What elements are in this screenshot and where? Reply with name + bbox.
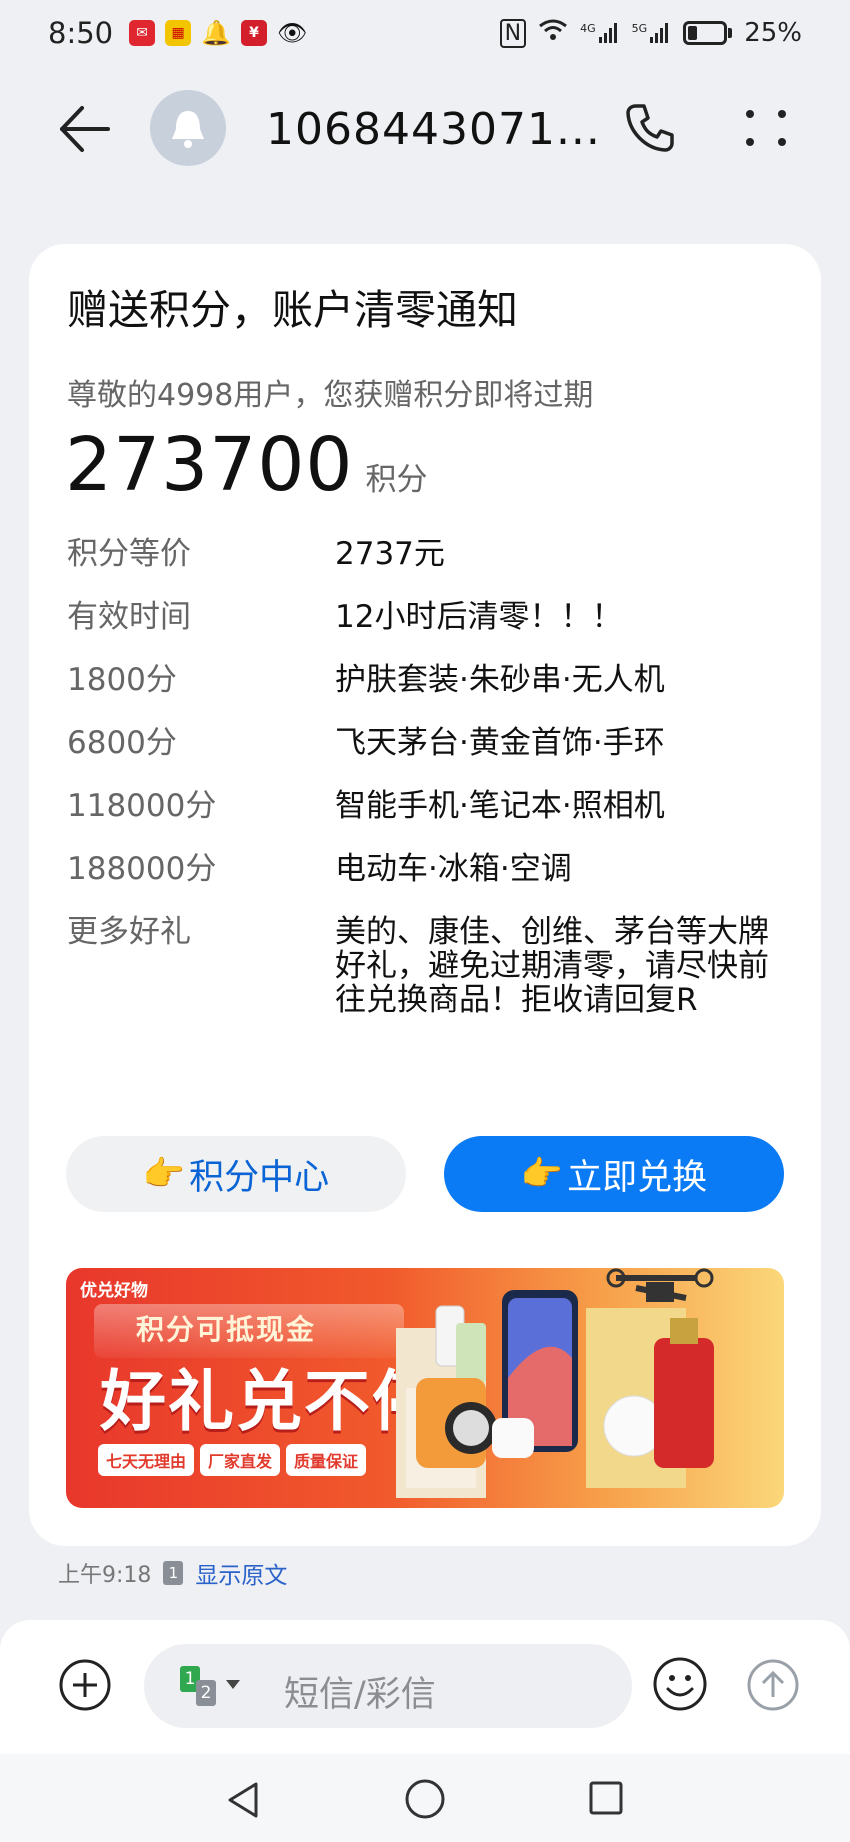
- bell-avatar-icon: [172, 111, 204, 148]
- nav-recents-button[interactable]: [588, 1780, 624, 1816]
- info-label: 更多好礼: [67, 914, 191, 950]
- battery-percent: 25%: [744, 18, 802, 48]
- circle-home-icon: [405, 1779, 445, 1819]
- banner-badges: 七天无理由 厂家直发 质量保证: [98, 1444, 367, 1476]
- info-row: 有效时间 12小时后清零！！！: [67, 597, 787, 637]
- conversation-header: 1068443071...: [0, 78, 850, 178]
- signal-5g-icon: 5G: [632, 22, 672, 44]
- info-value: 飞天茅台·黄金首饰·手环: [335, 725, 665, 761]
- info-value: 2737元: [335, 536, 445, 572]
- info-row: 188000分 电动车·冰箱·空调: [67, 849, 787, 889]
- banner-badge: 质量保证: [286, 1444, 367, 1476]
- info-label: 有效时间: [67, 599, 191, 635]
- emoji-button[interactable]: [652, 1656, 708, 1712]
- more-options-icon[interactable]: [744, 106, 788, 150]
- nav-back-button[interactable]: [224, 1780, 264, 1820]
- banner-badge: 厂家直发: [200, 1444, 281, 1476]
- points-value: 273700: [65, 422, 354, 508]
- back-arrow-icon[interactable]: [56, 104, 112, 154]
- sim-selector[interactable]: 1 2: [180, 1666, 242, 1708]
- nav-home-button[interactable]: [404, 1778, 446, 1820]
- pointing-hand-icon: 👉: [520, 1154, 564, 1194]
- info-label: 1800分: [67, 662, 177, 698]
- system-nav-bar: [0, 1754, 850, 1842]
- bell-notification-icon: 🔔: [201, 19, 232, 47]
- banner-badge: 七天无理由: [98, 1444, 195, 1476]
- show-original-link[interactable]: 显示原文: [195, 1556, 287, 1590]
- signal-4g-icon: 4G: [580, 22, 620, 44]
- info-row: 更多好礼 美的、康佳、创维、茅台等大牌好礼，避免过期清零，请尽快前往兑换商品！拒…: [67, 912, 787, 1017]
- info-row: 6800分 飞天茅台·黄金首饰·手环: [67, 723, 787, 763]
- info-value: 护肤套装·朱砂串·无人机: [335, 662, 665, 698]
- info-table: 积分等价 2737元 有效时间 12小时后清零！！！ 1800分 护肤套装·朱砂…: [67, 534, 787, 1040]
- pointing-hand-icon: 👉: [142, 1154, 186, 1194]
- network-4g-label: 4G: [580, 22, 596, 35]
- square-recents-icon: [589, 1781, 623, 1815]
- plus-icon: [59, 1659, 111, 1711]
- input-placeholder: 短信/彩信: [284, 1675, 436, 1715]
- info-row: 118000分 智能手机·笔记本·照相机: [67, 786, 787, 826]
- promo-banner[interactable]: 优兑好物 积分可抵现金 好礼兑不停 七天无理由 厂家直发 质量保证: [66, 1268, 784, 1508]
- send-arrow-icon: [747, 1659, 799, 1711]
- send-button[interactable]: [746, 1658, 800, 1712]
- status-left: 8:50 ✉ ▦ 🔔 ¥ 👁: [48, 16, 307, 50]
- nfc-icon: N: [499, 18, 527, 48]
- sim2-badge: 2: [196, 1680, 216, 1706]
- info-label: 积分等价: [67, 536, 191, 572]
- info-label: 188000分: [67, 851, 217, 887]
- products-illustration: [396, 1268, 714, 1498]
- redeem-now-button[interactable]: 👉 立即兑换: [444, 1136, 784, 1212]
- banner-brand: 优兑好物: [80, 1281, 148, 1301]
- info-label: 6800分: [67, 725, 177, 761]
- banner-headline: 积分可抵现金: [136, 1313, 317, 1346]
- message-title: 赠送积分，账户清零通知: [67, 286, 518, 334]
- sim-badge: 1: [163, 1561, 184, 1585]
- redeem-now-label: 立即兑换: [567, 1157, 708, 1198]
- eye-icon: 👁: [277, 19, 308, 47]
- points-row: 273700 积分: [65, 422, 428, 508]
- chevron-down-icon: [226, 1680, 240, 1689]
- message-input[interactable]: 1 2 短信/彩信: [144, 1644, 632, 1728]
- network-5g-label: 5G: [631, 22, 648, 35]
- composer-bar: 1 2 短信/彩信: [0, 1620, 850, 1754]
- avatar[interactable]: [150, 90, 226, 166]
- info-value: 智能手机·笔记本·照相机: [335, 788, 665, 824]
- message-meta: 上午9:18 1 显示原文: [58, 1556, 287, 1590]
- status-time: 8:50: [48, 16, 114, 50]
- points-center-button[interactable]: 👉 积分中心: [66, 1136, 406, 1212]
- info-value: 12小时后清零！！！: [335, 599, 623, 635]
- points-center-label: 积分中心: [189, 1157, 330, 1198]
- info-label: 118000分: [67, 788, 217, 824]
- smiley-icon: [653, 1657, 707, 1711]
- info-row: 1800分 护肤套装·朱砂串·无人机: [67, 660, 787, 700]
- info-value: 电动车·冰箱·空调: [335, 851, 572, 887]
- app-notification-icon: ✉: [129, 20, 156, 46]
- status-bar: 8:50 ✉ ▦ 🔔 ¥ 👁 N 4G 5G 25%: [0, 0, 850, 66]
- battery-icon: [683, 21, 733, 45]
- message-time: 上午9:18: [58, 1563, 152, 1588]
- wifi-icon: [538, 18, 568, 49]
- add-attachment-button[interactable]: [58, 1658, 112, 1712]
- status-right: N 4G 5G 25%: [499, 18, 802, 49]
- message-card: 赠送积分，账户清零通知 尊敬的4998用户，您获赠积分即将过期 273700 积…: [29, 244, 821, 1546]
- app-notification-icon: ▦: [165, 20, 192, 46]
- sender-number: 1068443071...: [266, 104, 601, 155]
- points-unit: 积分: [365, 462, 428, 498]
- app-notification-icon: ¥: [241, 20, 268, 46]
- message-subtitle: 尊敬的4998用户，您获赠积分即将过期: [67, 378, 594, 413]
- triangle-back-icon: [228, 1782, 258, 1818]
- info-row: 积分等价 2737元: [67, 534, 787, 574]
- info-value: 美的、康佳、创维、茅台等大牌好礼，避免过期清零，请尽快前往兑换商品！拒收请回复R: [335, 914, 769, 1018]
- banner-slogan: 好礼兑不停: [100, 1363, 440, 1440]
- phone-call-icon[interactable]: [624, 102, 676, 154]
